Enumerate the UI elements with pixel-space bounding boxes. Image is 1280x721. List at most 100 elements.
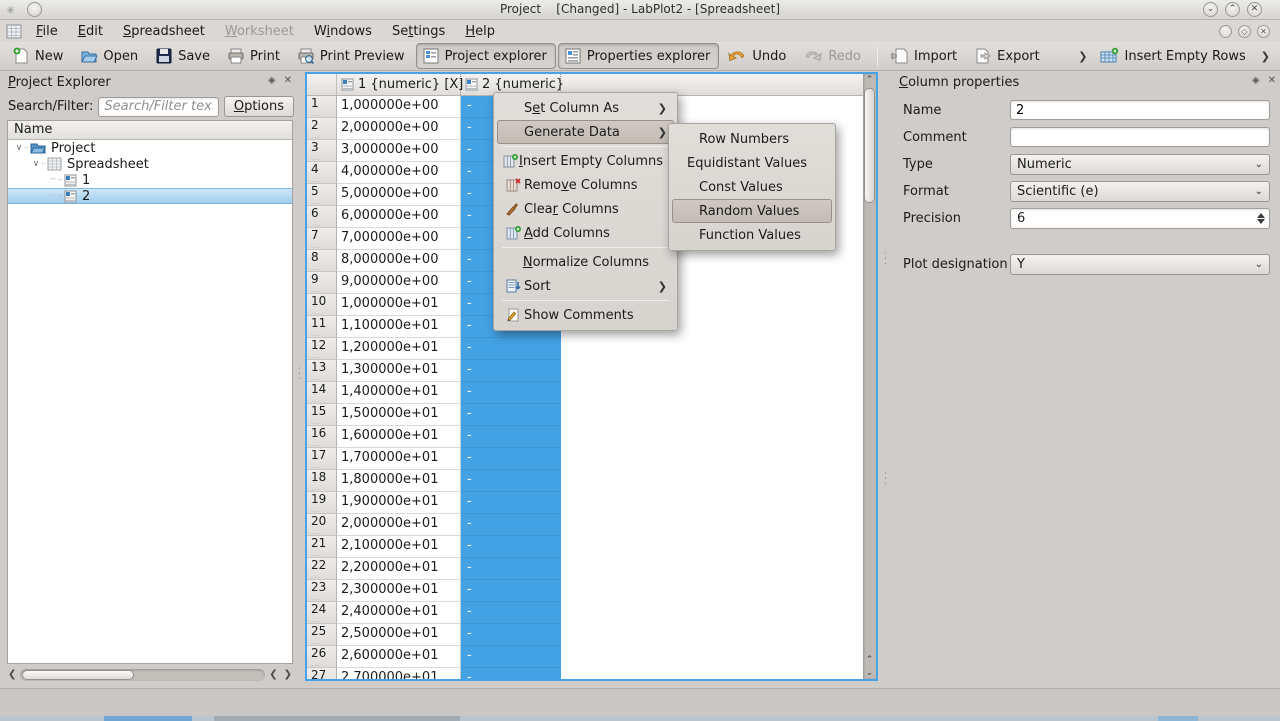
row-header-23[interactable]: 23... — [307, 580, 337, 602]
scroll-down-icon[interactable]: ⌄ — [863, 668, 876, 678]
cell-col2-selected[interactable]: - — [461, 536, 561, 558]
cell-col1[interactable]: 1,500000e+01 — [337, 404, 461, 426]
format-dropdown[interactable]: Scientific (e)⌄ — [1010, 181, 1270, 202]
plot-designation-dropdown[interactable]: Y⌄ — [1010, 254, 1270, 275]
cell-col1[interactable]: 1,000000e+00 — [337, 96, 461, 118]
menu-item-clear-columns[interactable]: Clear Columns — [497, 197, 674, 221]
row-header-14[interactable]: 14... — [307, 382, 337, 404]
cell-col2-selected[interactable]: - — [461, 338, 561, 360]
tree-item-1[interactable]: ─–1 — [8, 172, 292, 188]
cell-col2-selected[interactable]: - — [461, 558, 561, 580]
cell-col1[interactable]: 9,000000e+00 — [337, 272, 461, 294]
properties-explorer-button[interactable]: Properties explorer — [558, 43, 720, 69]
float-panel-icon[interactable]: ◈ — [268, 75, 276, 86]
cell-col2-selected[interactable]: - — [461, 492, 561, 514]
cell-col1[interactable]: 2,600000e+01 — [337, 646, 461, 668]
menu-settings[interactable]: Settings — [382, 22, 455, 41]
corner-header[interactable] — [307, 74, 337, 95]
cell-col2-selected[interactable]: - — [461, 404, 561, 426]
menu-item-function-values[interactable]: Function Values — [672, 223, 832, 247]
options-button[interactable]: Options — [224, 96, 294, 117]
open-button[interactable]: Open — [74, 43, 147, 69]
row-header-12[interactable]: 12... — [307, 338, 337, 360]
row-header-24[interactable]: 24... — [307, 602, 337, 624]
scroll-left-icon[interactable]: ❮ — [6, 669, 18, 681]
cell-col1[interactable]: 6,000000e+00 — [337, 206, 461, 228]
row-header-7[interactable]: 7... — [307, 228, 337, 250]
row-header-25[interactable]: 25... — [307, 624, 337, 646]
cell-col1[interactable]: 1,400000e+01 — [337, 382, 461, 404]
scroll-up-icon[interactable]: ⌃ — [863, 75, 876, 85]
new-button[interactable]: New — [6, 43, 72, 69]
minimize-icon[interactable]: ⌄ — [1203, 2, 1218, 17]
save-button[interactable]: Save — [149, 43, 219, 69]
splitter-handle[interactable]: ⁚⁚ — [884, 255, 888, 265]
cell-col1[interactable]: 1,000000e+01 — [337, 294, 461, 316]
close-panel-icon[interactable]: ✕ — [1268, 75, 1276, 86]
menu-item-insert-empty-columns[interactable]: Insert Empty Columns — [497, 149, 674, 173]
insert-empty-rows-button[interactable]: Insert Empty Rows — [1094, 43, 1255, 69]
expander-icon[interactable]: ∨ — [14, 143, 24, 153]
row-header-8[interactable]: 8... — [307, 250, 337, 272]
tree-name-header[interactable]: Name — [8, 121, 292, 140]
column-header-1[interactable]: 1 {numeric} [X] — [337, 74, 461, 95]
splitter-handle[interactable]: ⁚⁚ — [884, 475, 888, 485]
menu-file[interactable]: File — [26, 22, 68, 41]
title-bar[interactable]: ✳ Project [Changed] - LabPlot2 - [Spread… — [0, 0, 1280, 20]
cell-col1[interactable]: 3,000000e+00 — [337, 140, 461, 162]
project-explorer-button[interactable]: Project explorer — [416, 43, 556, 69]
row-header-10[interactable]: 10... — [307, 294, 337, 316]
menu-item-add-columns[interactable]: Add Columns — [497, 221, 674, 245]
row-header-9[interactable]: 9... — [307, 272, 337, 294]
row-header-27[interactable]: 27... — [307, 668, 337, 679]
row-header-17[interactable]: 17... — [307, 448, 337, 470]
cell-col1[interactable]: 2,500000e+01 — [337, 624, 461, 646]
spin-up-icon[interactable] — [1257, 213, 1265, 218]
cell-col2-selected[interactable]: - — [461, 470, 561, 492]
cell-col2-selected[interactable]: - — [461, 580, 561, 602]
menu-item-show-comments[interactable]: Show Comments — [497, 303, 674, 327]
cell-col1[interactable]: 1,700000e+01 — [337, 448, 461, 470]
scroll-up-icon[interactable]: ⌃ — [863, 655, 876, 665]
cell-col2-selected[interactable]: - — [461, 624, 561, 646]
cell-col1[interactable]: 4,000000e+00 — [337, 162, 461, 184]
menu-item-random-values[interactable]: Random Values — [672, 199, 832, 223]
cell-col1[interactable]: 2,400000e+01 — [337, 602, 461, 624]
float-panel-icon[interactable]: ◈ — [1252, 75, 1260, 86]
row-header-20[interactable]: 20... — [307, 514, 337, 536]
comment-field[interactable] — [1010, 127, 1270, 147]
cell-col1[interactable]: 2,100000e+01 — [337, 536, 461, 558]
menu-item-row-numbers[interactable]: Row Numbers — [672, 127, 832, 151]
tree-item-spreadsheet[interactable]: ∨–Spreadsheet — [8, 156, 292, 172]
mdi-minimize-icon[interactable] — [1219, 25, 1232, 38]
expander-icon[interactable]: ∨ — [31, 159, 41, 169]
scroll-left-icon[interactable]: ❮ — [267, 669, 279, 681]
cell-col1[interactable]: 2,700000e+01 — [337, 668, 461, 679]
cell-col2-selected[interactable]: - — [461, 602, 561, 624]
name-field[interactable] — [1010, 100, 1270, 120]
cell-col1[interactable]: 1,100000e+01 — [337, 316, 461, 338]
row-header-18[interactable]: 18... — [307, 470, 337, 492]
print-preview-button[interactable]: Print Preview — [291, 43, 414, 69]
export-button[interactable]: Export — [968, 43, 1049, 69]
cell-col1[interactable]: 2,300000e+01 — [337, 580, 461, 602]
menu-worksheet[interactable]: Worksheet — [215, 22, 304, 41]
row-header-3[interactable]: 3... — [307, 140, 337, 162]
menu-windows[interactable]: Windows — [304, 22, 382, 41]
mdi-restore-icon[interactable]: ◇ — [1238, 25, 1251, 38]
menu-item-normalize-columns[interactable]: Normalize Columns — [497, 250, 674, 274]
menu-item-generate-data[interactable]: Generate Data❯ — [497, 120, 674, 144]
search-filter-input[interactable] — [98, 97, 218, 117]
cell-col1[interactable]: 1,200000e+01 — [337, 338, 461, 360]
cell-col1[interactable]: 2,200000e+01 — [337, 558, 461, 580]
cell-col2-selected[interactable]: - — [461, 426, 561, 448]
tree-item-2[interactable]: ─–2 — [8, 188, 292, 204]
row-header-4[interactable]: 4... — [307, 162, 337, 184]
type-dropdown[interactable]: Numeric⌄ — [1010, 154, 1270, 175]
menu-item-const-values[interactable]: Const Values — [672, 175, 832, 199]
row-header-19[interactable]: 19... — [307, 492, 337, 514]
row-header-1[interactable]: 1... — [307, 96, 337, 118]
row-header-2[interactable]: 2... — [307, 118, 337, 140]
precision-stepper[interactable]: 6 — [1010, 208, 1270, 229]
print-button[interactable]: Print — [221, 43, 289, 69]
